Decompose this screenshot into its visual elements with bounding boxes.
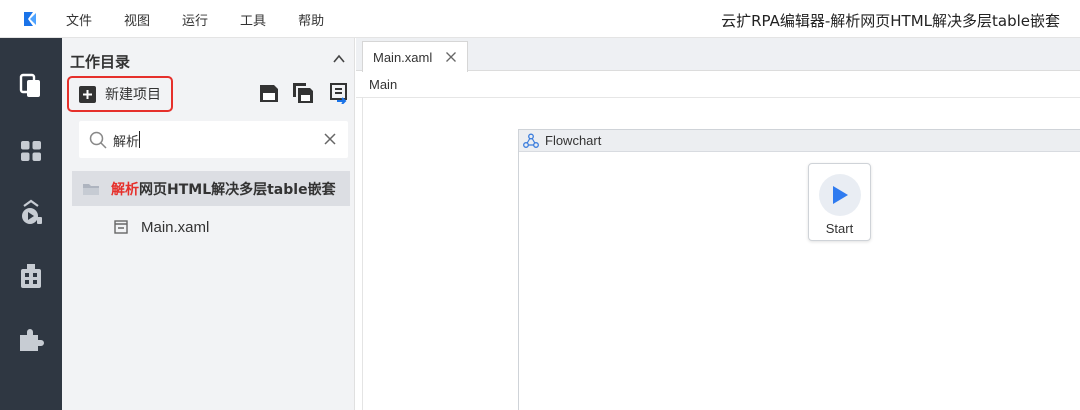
rail-robot-button[interactable] (15, 197, 47, 229)
workflow-file-icon (114, 220, 128, 234)
save-all-icon[interactable] (292, 82, 314, 104)
chevron-up-icon[interactable] (332, 52, 346, 66)
file-name: Main.xaml (141, 218, 210, 236)
flowchart-icon (523, 133, 539, 148)
tab-label: Main.xaml (373, 49, 433, 65)
flowchart-container[interactable]: Flowchart Start (518, 129, 1080, 410)
breadcrumb[interactable]: Main (369, 77, 397, 92)
search-input-value: 解析 (113, 135, 140, 150)
title-bar: 文件 视图 运行 工具 帮助 云扩RPA编辑器-解析网页HTML解决多层tabl… (0, 0, 1080, 38)
rail-building-button[interactable] (15, 260, 47, 292)
rail-explorer-button[interactable] (15, 70, 47, 102)
new-project-button[interactable]: 新建项目 (67, 76, 173, 112)
divider (356, 97, 1080, 98)
dashboard-icon (21, 141, 41, 161)
menu-help[interactable]: 帮助 (298, 10, 324, 29)
explorer-panel: 工作目录 新建项目 解析 解析网页HTML解决多层table嵌套 Main.xa… (62, 38, 355, 410)
copy-icon (19, 73, 40, 97)
folder-open-icon (83, 183, 99, 195)
close-icon[interactable] (323, 132, 337, 146)
save-icon[interactable] (258, 82, 280, 104)
menu-file[interactable]: 文件 (66, 10, 92, 29)
app-logo-icon (24, 12, 36, 26)
canvas-border (362, 97, 363, 410)
tree-project-item[interactable]: 解析网页HTML解决多层table嵌套 (72, 171, 350, 206)
tab-main-xaml[interactable]: Main.xaml (362, 41, 468, 72)
flowchart-title: Flowchart (545, 133, 602, 148)
menu-bar: 文件 视图 运行 工具 帮助 (66, 0, 356, 38)
play-icon (819, 174, 861, 216)
close-icon[interactable] (445, 51, 457, 63)
puzzle-icon (20, 329, 44, 351)
new-project-label: 新建项目 (105, 87, 161, 103)
menu-tools[interactable]: 工具 (240, 10, 266, 29)
text-caret (139, 131, 140, 148)
plus-icon (79, 85, 96, 103)
menu-view[interactable]: 视图 (124, 10, 150, 29)
search-icon (89, 131, 107, 149)
rail-dashboard-button[interactable] (15, 135, 47, 167)
tree-file-item[interactable]: Main.xaml (114, 216, 209, 238)
window-title: 云扩RPA编辑器-解析网页HTML解决多层table嵌套 (721, 12, 1060, 30)
project-name: 解析网页HTML解决多层table嵌套 (111, 179, 336, 199)
start-label: Start (825, 221, 854, 236)
tab-strip: Main.xaml (356, 38, 1080, 72)
rail-plugin-button[interactable] (15, 324, 47, 356)
start-node[interactable]: Start (808, 163, 871, 241)
project-name-rest: 网页HTML解决多层table嵌套 (139, 181, 336, 198)
project-name-highlight: 解析 (111, 181, 139, 198)
explorer-title: 工作目录 (70, 53, 131, 71)
activity-rail (0, 38, 62, 410)
export-icon[interactable] (328, 82, 350, 104)
building-icon (21, 264, 41, 288)
search-input[interactable]: 解析 (79, 121, 348, 158)
menu-run[interactable]: 运行 (182, 10, 208, 29)
editor-area: Main.xaml Main Flowchart Start (356, 38, 1080, 410)
robot-run-icon (22, 199, 42, 224)
flowchart-header: Flowchart (519, 130, 1080, 152)
